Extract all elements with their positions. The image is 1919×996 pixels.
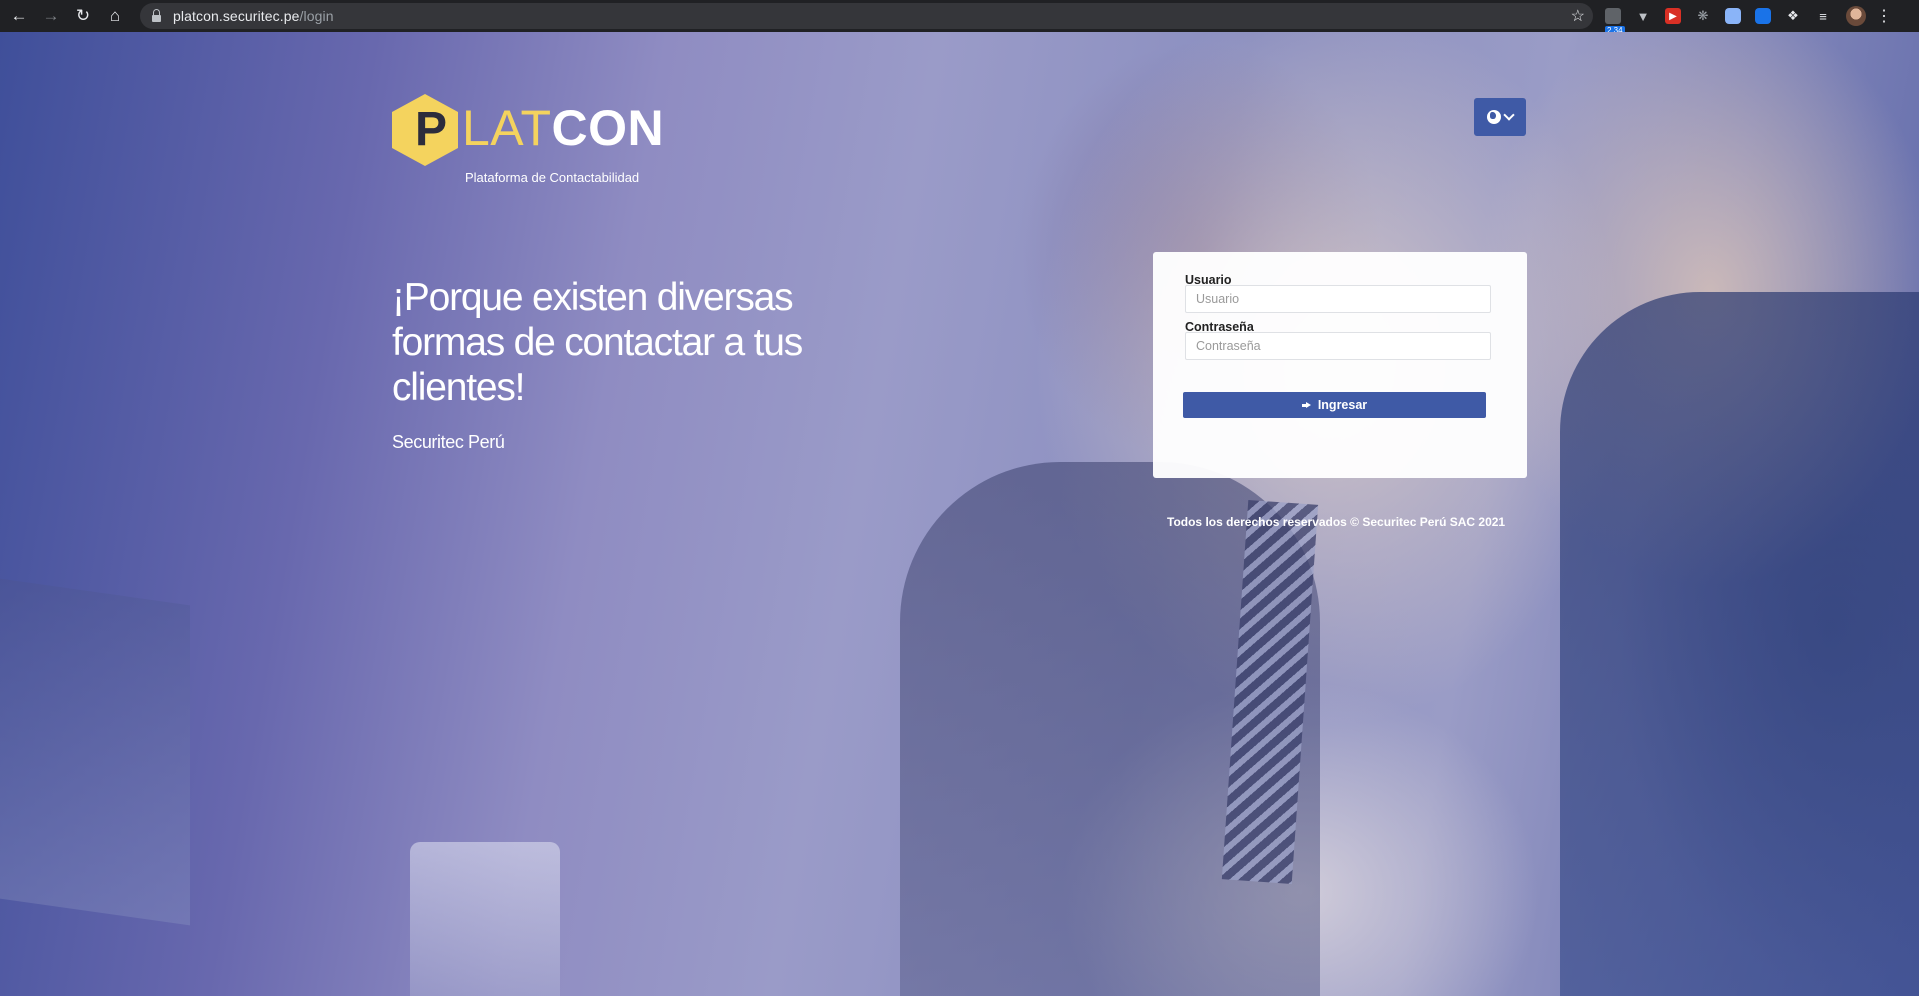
back-arrow-icon[interactable]: ← [6,3,32,29]
password-input[interactable] [1185,332,1491,360]
login-page: P LATCON Plataforma de Contactabilidad ¡… [0,32,1919,996]
logo-subtitle: Plataforma de Contactabilidad [465,170,640,185]
profile-avatar[interactable] [1846,6,1866,26]
logo-word-lat: LAT [462,100,552,156]
login-card: Usuario Contraseña Ingresar [1153,252,1527,478]
globe-icon [1487,110,1501,124]
footer-copyright: Todos los derechos reservados © Securite… [1167,515,1506,529]
reading-list-icon[interactable]: ≡ [1815,8,1831,24]
browser-toolbar: ← → ↻ ⌂ platcon.securitec.pe/login ☆ 2.3… [0,0,1919,36]
home-icon[interactable]: ⌂ [102,3,128,29]
logo-word-con: CON [551,100,665,156]
url-path: /login [299,8,334,24]
extension-red-icon[interactable]: ▶ [1665,8,1681,24]
puzzle-extensions-icon[interactable]: ❖ [1785,8,1801,24]
screencast-icon[interactable] [1725,8,1741,24]
zoom-icon[interactable] [1755,8,1771,24]
extension-network-icon[interactable]: 2.34 [1605,8,1625,36]
background-person-left [900,462,1320,996]
url-text: platcon.securitec.pe/login [173,8,334,24]
reload-icon[interactable]: ↻ [70,3,96,29]
vue-devtools-icon[interactable]: ▼ [1635,8,1651,24]
login-button-label: Ingresar [1317,398,1368,412]
logo-hex-letter: P [415,103,448,156]
chevron-down-icon [1503,109,1515,121]
background-person-right [1560,292,1919,996]
sign-in-icon [1301,401,1312,410]
language-selector-button[interactable] [1474,98,1526,136]
bug-icon[interactable]: ❋ [1695,8,1711,24]
background-glass [410,842,560,996]
lock-icon[interactable] [152,8,161,22]
extensions-bar: 2.34 ▼ ▶ ❋ ❖ ≡ ⋮ [1598,0,1892,36]
login-button[interactable]: Ingresar [1183,392,1486,418]
star-icon[interactable]: ☆ [1571,6,1585,26]
hero-headline: ¡Porque existen diversas formas de conta… [392,276,803,409]
logo-wordmark: LATCON [462,100,664,156]
more-menu-icon[interactable]: ⋮ [1876,6,1892,26]
hero-subheadline: Securitec Perú [392,432,505,452]
background-laptop [0,578,190,926]
url-domain: platcon.securitec.pe [173,8,300,24]
username-input[interactable] [1185,285,1491,313]
forward-arrow-icon[interactable]: → [38,3,64,29]
background-tie [1221,500,1319,884]
address-bar[interactable]: platcon.securitec.pe/login ☆ [140,3,1593,29]
